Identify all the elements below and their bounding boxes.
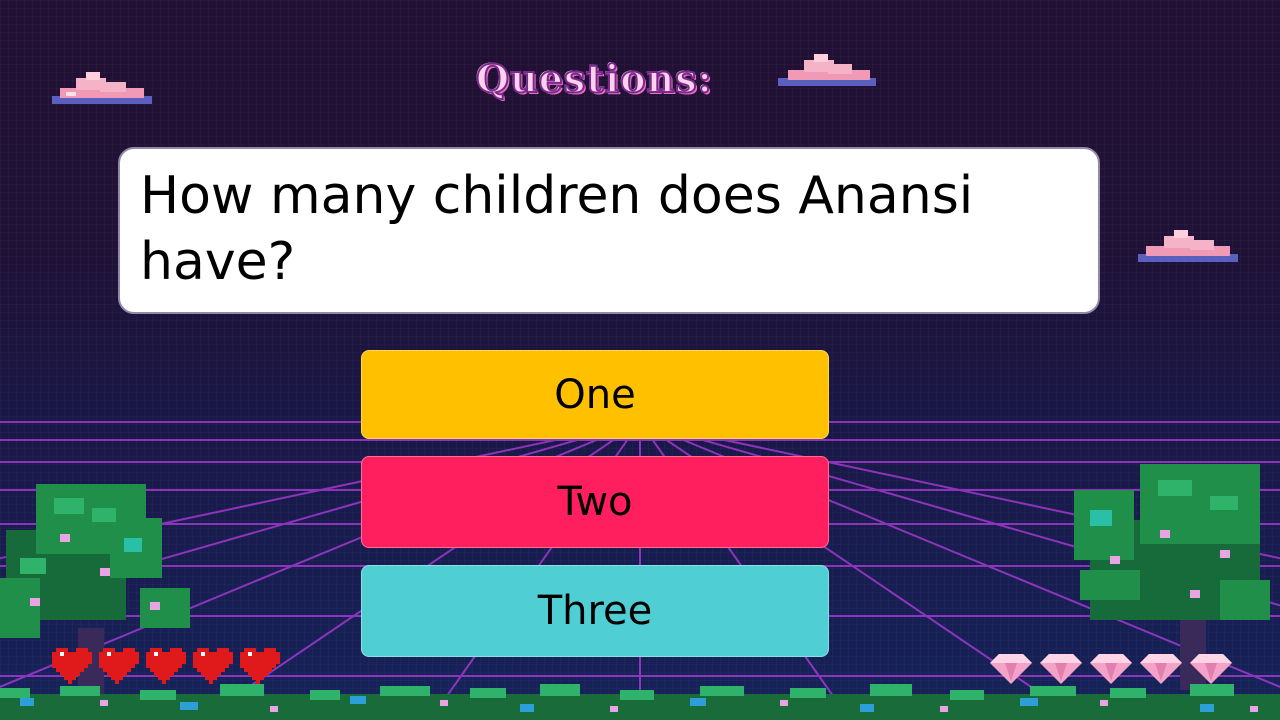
heart-icon (52, 648, 92, 684)
answer-button-two[interactable]: Two (361, 456, 829, 548)
heart-icon (99, 648, 139, 684)
gems-row (990, 654, 1232, 684)
quiz-title: Questions: (475, 55, 713, 102)
diamond-icon (990, 654, 1032, 684)
answer-button-one[interactable]: One (361, 350, 829, 439)
question-text: How many children does Anansi have? (140, 166, 974, 292)
diamond-icon (1190, 654, 1232, 684)
heart-icon (193, 648, 233, 684)
heart-icon (146, 648, 186, 684)
lives-row (52, 648, 280, 684)
question-panel: How many children does Anansi have? (118, 147, 1100, 314)
answer-label: Three (537, 588, 653, 634)
pixel-ground (0, 684, 1280, 720)
answer-label: Two (557, 479, 633, 525)
diamond-icon (1040, 654, 1082, 684)
cloud-decoration-left (52, 72, 152, 104)
answer-label: One (554, 371, 636, 418)
cloud-decoration-top (778, 54, 876, 86)
diamond-icon (1090, 654, 1132, 684)
heart-icon (240, 648, 280, 684)
cloud-decoration-right (1138, 230, 1238, 262)
diamond-icon (1140, 654, 1182, 684)
answer-button-three[interactable]: Three (361, 565, 829, 657)
